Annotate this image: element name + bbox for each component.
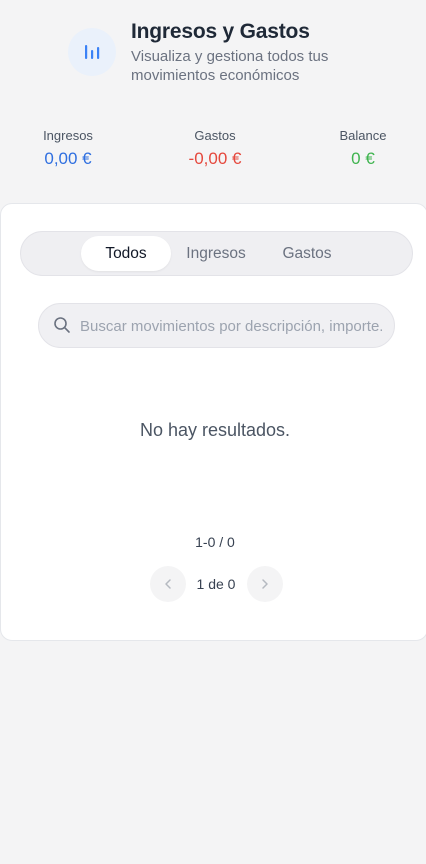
stat-gastos-label: Gastos (194, 128, 236, 143)
search-icon (54, 317, 70, 333)
empty-state-message: No hay resultados. (139, 420, 291, 440)
previous-page-button[interactable] (150, 566, 186, 602)
stat-ingresos-label: Ingresos (43, 128, 93, 143)
tab-todos[interactable]: Todos (81, 236, 171, 271)
filter-tabs: Todos Ingresos Gastos (20, 231, 413, 276)
chart-bars-icon (68, 28, 116, 76)
pagination: 1 de 0 (1, 566, 426, 602)
stat-ingresos-value: 0,00 € (44, 149, 92, 168)
page-title: Ingresos y Gastos (131, 20, 310, 43)
chevron-left-icon (165, 579, 171, 589)
summary-stats: Ingresos 0,00 € Gastos -0,00 € Balance 0… (0, 128, 426, 178)
search-box (38, 303, 395, 348)
stat-balance-label: Balance (339, 128, 387, 143)
page-subtitle: Visualiza y gestiona todos tus movimient… (131, 48, 329, 84)
movements-card: Todos Ingresos Gastos No hay resultados.… (0, 203, 426, 641)
search-input[interactable] (80, 314, 382, 338)
chevron-right-icon (262, 579, 268, 589)
stat-gastos-value: -0,00 € (188, 149, 242, 168)
stat-gastos: Gastos -0,00 € (180, 128, 250, 169)
stat-ingresos: Ingresos 0,00 € (38, 128, 98, 169)
tab-gastos[interactable]: Gastos (265, 236, 349, 271)
tab-ingresos[interactable]: Ingresos (173, 236, 259, 271)
page-indicator: 1 de 0 (196, 576, 236, 592)
stat-balance: Balance 0 € (332, 128, 394, 169)
next-page-button[interactable] (247, 566, 283, 602)
page-header: Ingresos y Gastos Visualiza y gestiona t… (0, 0, 426, 110)
pagination-range: 1-0 / 0 (195, 534, 235, 550)
stat-balance-value: 0 € (351, 149, 375, 168)
